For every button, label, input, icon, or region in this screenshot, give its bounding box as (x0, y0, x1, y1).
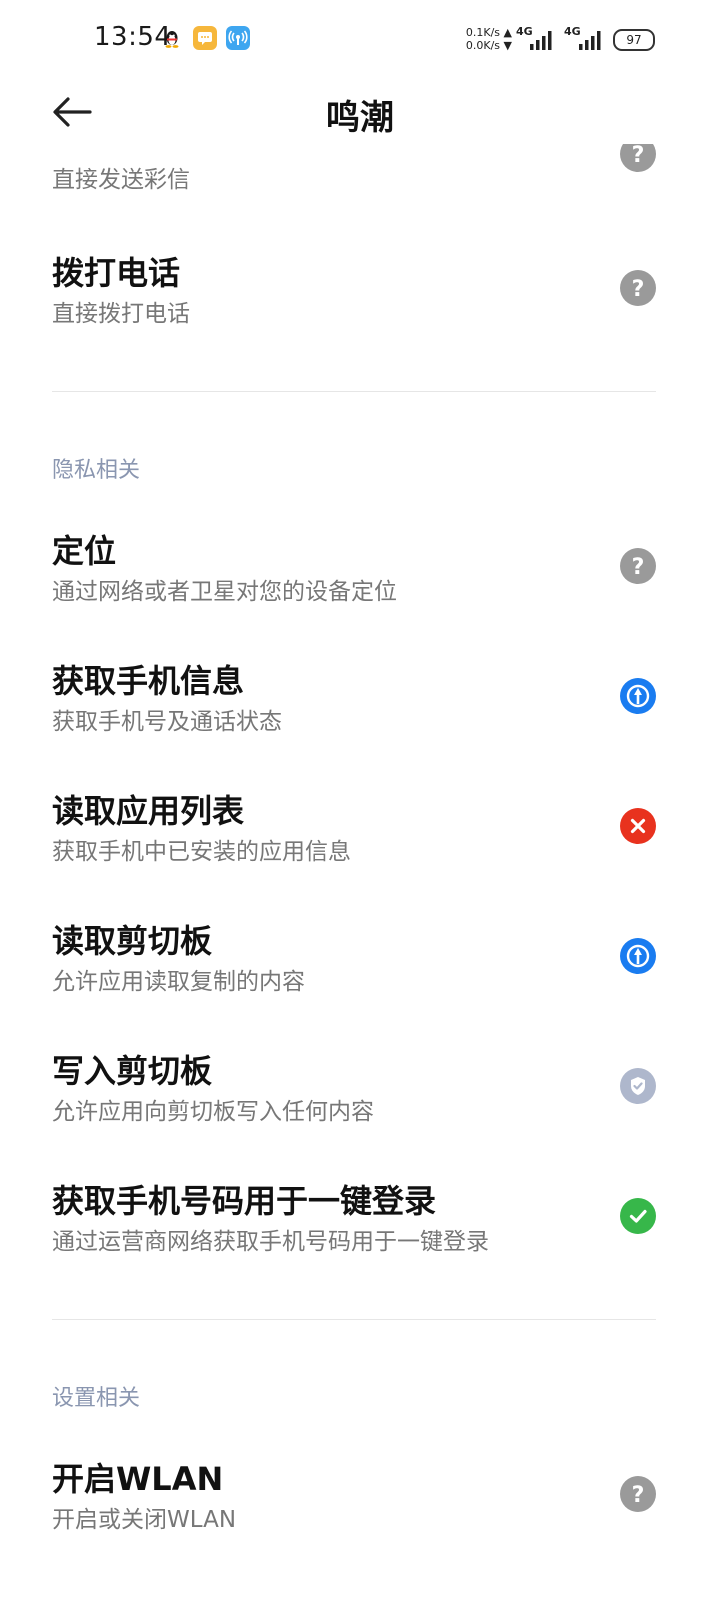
permission-title: 拨打电话 (52, 254, 181, 292)
permission-item-app-list[interactable]: 读取应用列表 获取手机中已安装的应用信息 (52, 786, 656, 886)
permission-title: 写入剪切板 (52, 1052, 213, 1090)
qq-penguin-icon (165, 31, 179, 48)
divider (52, 391, 656, 392)
broadcast-signal-icon (226, 26, 250, 50)
permission-desc: 通过运营商网络获取手机号码用于一键登录 (52, 1229, 489, 1255)
status-denied-icon[interactable] (620, 808, 656, 844)
permission-desc: 直接拨打电话 (52, 301, 190, 327)
permission-item[interactable]: 拨打电话 直接拨打电话 ? (52, 248, 656, 348)
svg-text:?: ? (632, 277, 645, 302)
permission-title: 获取手机号码用于一键登录 (52, 1182, 437, 1220)
status-unknown-icon[interactable]: ? (620, 270, 656, 306)
status-default-allowed-icon[interactable] (620, 1068, 656, 1104)
speed-down: 0.0K/s ▼ (465, 39, 512, 52)
permission-desc: 允许应用向剪切板写入任何内容 (52, 1099, 374, 1125)
network-speed: 0.1K/s ▲ 0.0K/s ▼ (458, 26, 512, 52)
chat-bubble-icon (193, 26, 217, 50)
permission-title: 获取手机信息 (52, 662, 245, 700)
status-unknown-icon[interactable]: ? (620, 1476, 656, 1512)
app-header: 鸣潮 (0, 80, 720, 144)
permission-desc: 开启或关闭WLAN (52, 1507, 237, 1533)
status-bar: 13:54 0.1K/s ▲ 0.0K/s ▼ 4G 4G 97 (0, 0, 720, 80)
status-ask-icon[interactable] (620, 938, 656, 974)
permission-title: 开启WLAN (52, 1460, 224, 1498)
permission-desc: 直接发送彩信 (52, 167, 190, 193)
permission-desc: 通过网络或者卫星对您的设备定位 (52, 579, 397, 605)
permission-item-wlan[interactable]: 开启WLAN 开启或关闭WLAN ? (52, 1454, 656, 1554)
speed-up: 0.1K/s ▲ (465, 26, 512, 39)
svg-text:?: ? (632, 555, 645, 580)
permission-title: 读取应用列表 (52, 792, 245, 830)
section-header-privacy: 隐私相关 (52, 458, 141, 483)
permission-desc: 获取手机号及通话状态 (52, 709, 282, 735)
svg-text:?: ? (632, 144, 645, 168)
status-time: 13:54 (94, 22, 172, 52)
page-title: 鸣潮 (326, 98, 394, 138)
svg-text:?: ? (632, 1483, 645, 1508)
permission-item-phone-info[interactable]: 获取手机信息 获取手机号及通话状态 (52, 656, 656, 756)
status-unknown-icon[interactable]: ? (620, 548, 656, 584)
section-header-settings: 设置相关 (52, 1386, 141, 1411)
permission-item-one-key-login[interactable]: 获取手机号码用于一键登录 通过运营商网络获取手机号码用于一键登录 (52, 1176, 656, 1276)
permission-desc: 获取手机中已安装的应用信息 (52, 839, 351, 865)
battery-icon: 97 (613, 29, 655, 51)
permission-title: 定位 (52, 532, 117, 570)
permission-list: 直接发送彩信 ? 拨打电话 直接拨打电话 ? 隐私相关 定位 通过网络或者卫星对… (0, 144, 720, 1600)
permission-item-write-clipboard[interactable]: 写入剪切板 允许应用向剪切板写入任何内容 (52, 1046, 656, 1146)
permission-desc: 允许应用读取复制的内容 (52, 969, 305, 995)
divider (52, 1319, 656, 1320)
status-ask-icon[interactable] (620, 678, 656, 714)
permission-item[interactable]: 直接发送彩信 ? (52, 144, 656, 214)
permission-item-read-clipboard[interactable]: 读取剪切板 允许应用读取复制的内容 (52, 916, 656, 1016)
permission-item-location[interactable]: 定位 通过网络或者卫星对您的设备定位 ? (52, 526, 656, 626)
cell-signal-icon (530, 31, 552, 50)
cell-signal-icon (579, 31, 601, 50)
permission-title: 读取剪切板 (52, 922, 213, 960)
status-unknown-icon[interactable]: ? (620, 144, 656, 172)
status-allowed-icon[interactable] (620, 1198, 656, 1234)
